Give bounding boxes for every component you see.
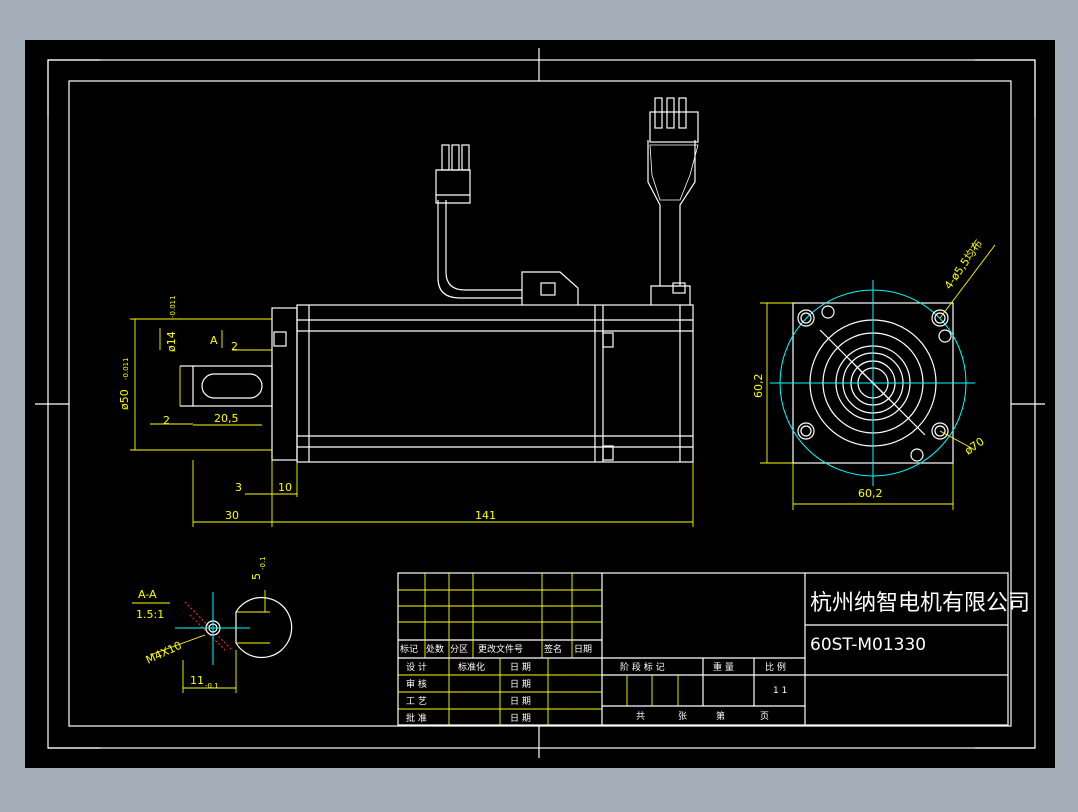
dim-shaft-dia-tol: -0.011 [169,295,177,318]
dim-shaft-length: 30 [225,509,239,522]
section-width-tol: -0.1 [205,682,219,690]
model-number: 60ST-M01330 [810,635,926,655]
section-width: 11 [190,674,204,687]
section-scale: 1.5:1 [136,608,164,621]
sign-std: 标准化 [458,661,485,673]
dim-2-left: 2 [163,414,170,427]
section-depth-tol: -0.1 [259,556,267,570]
sign-role-design: 设 计 [406,661,427,673]
page-label: 页 [760,711,769,722]
rev-header-mark: 标记 [400,643,418,655]
sign-date-3: 日 期 [510,696,531,707]
sign-role-process: 工 艺 [406,696,427,707]
dim-2-top: 2 [231,340,238,353]
weight-label: 重 量 [713,661,734,673]
section-depth: 5 [250,573,263,580]
rev-header-date: 日期 [574,644,592,655]
dim-flange-dia-tol: -0.011 [122,357,130,380]
company-name: 杭州纳智电机有限公司 [810,591,1030,616]
sign-date-1: 日 期 [510,662,531,673]
sheets-label: 张 [678,711,687,722]
dim-body-length: 141 [475,509,496,522]
sign-role-review: 审 核 [406,678,427,690]
scale-value: 1 1 [773,686,787,696]
dim-3: 3 [235,481,242,494]
drawing-background [25,40,1055,768]
sign-date-4: 日 期 [510,713,531,724]
scale-label: 比 例 [765,661,786,673]
sign-date-2: 日 期 [510,679,531,690]
sheet-num: 第 [716,710,725,722]
stage-label: 阶 段 标 记 [620,661,665,673]
dim-width: 60,2 [858,487,883,500]
sheets-total: 共 [636,711,645,722]
rev-header-sign: 签名 [544,643,562,655]
dim-shaft-dia: ø14 [165,331,178,352]
dim-height: 60,2 [752,374,765,399]
rev-header-count: 处数 [426,643,444,655]
dim-10: 10 [278,481,292,494]
sign-role-approve: 批 准 [406,712,427,724]
rev-header-zone: 分区 [450,644,468,655]
dim-flange-dia: ø50 [118,389,131,410]
drawing-canvas: ø14 -0.011 ø50 -0.011 A 2 2 20,5 3 10 30… [0,0,1078,808]
section-marker: A [210,334,218,347]
cad-viewport[interactable]: ø14 -0.011 ø50 -0.011 A 2 2 20,5 3 10 30… [0,0,1078,808]
rev-header-doc: 更改文件号 [478,643,523,655]
section-title: A-A [138,588,157,601]
dim-key-length: 20,5 [214,412,239,425]
